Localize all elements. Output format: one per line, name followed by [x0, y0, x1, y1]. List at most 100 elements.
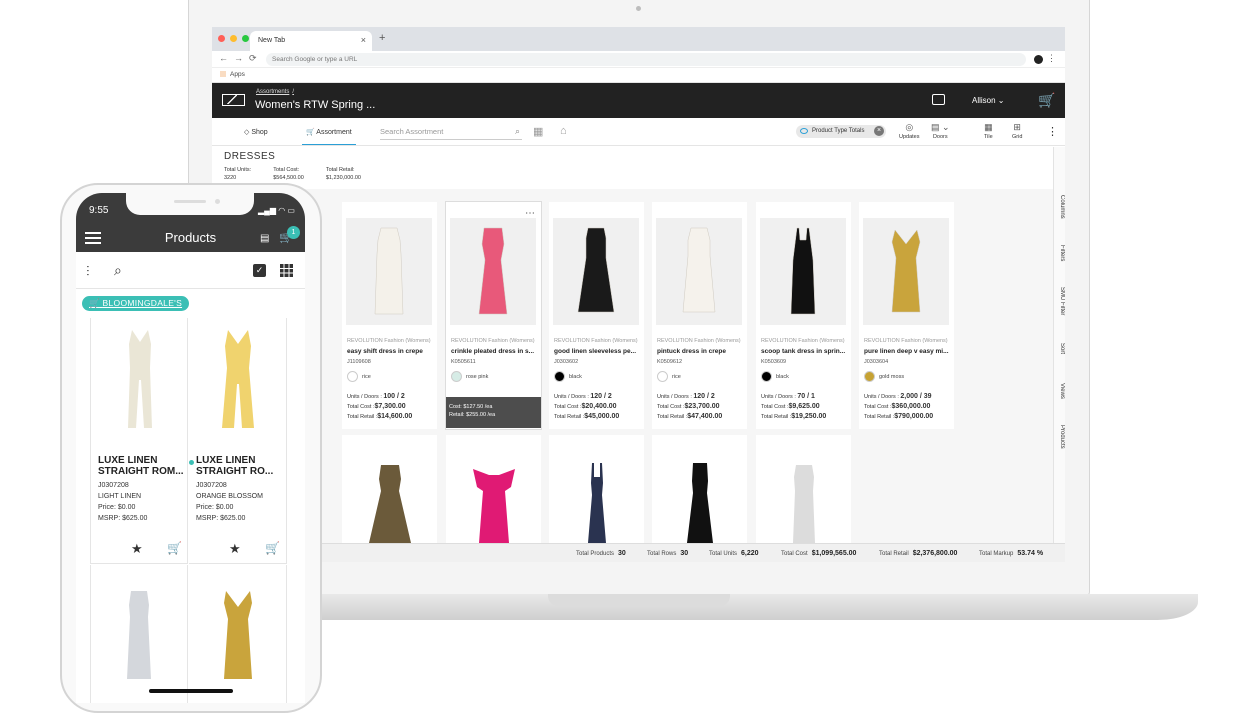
new-tab-button[interactable]: +	[379, 32, 385, 44]
tab-shop[interactable]: ◇ Shop	[244, 128, 268, 136]
color-swatch[interactable]	[347, 371, 358, 382]
sidebar-item-views[interactable]: Views	[1055, 383, 1065, 399]
more-options-icon[interactable]: ⋮	[1047, 125, 1058, 138]
sidebar-item-products[interactable]: Products	[1055, 425, 1065, 449]
total-cost: Total Cost: $564,500.00	[273, 167, 304, 181]
nav-buttons[interactable]: ←→⟳	[219, 53, 263, 64]
phone-product-card[interactable]	[90, 565, 188, 703]
product-brand: REVOLUTION Fashion (Womens)	[554, 338, 638, 344]
apps-grid-icon[interactable]	[220, 71, 226, 77]
product-image[interactable]	[656, 218, 742, 325]
product-card[interactable]: REVOLUTION Fashion (Womens) scoop tank d…	[756, 202, 851, 429]
minimize-window-button[interactable]	[230, 35, 237, 42]
product-name: crinkle pleated dress in s...	[451, 348, 535, 355]
grid-view-button[interactable]: ⊞ Grid	[1012, 122, 1022, 140]
sidebar-item-columns[interactable]: Columns	[1055, 195, 1065, 219]
product-image[interactable]	[346, 218, 432, 325]
select-checkbox-icon[interactable]: ✓	[253, 264, 266, 277]
product-card[interactable]	[652, 435, 747, 543]
footer-total-retail: Total Retail $2,376,800.00	[879, 550, 958, 557]
close-window-button[interactable]	[218, 35, 225, 42]
clear-filter-icon[interactable]: ×	[874, 126, 884, 136]
store-tag[interactable]: 🛒 BLOOMINGDALE'S	[82, 296, 190, 311]
calendar-icon[interactable]: ▦	[533, 125, 543, 138]
filter-sliders-icon[interactable]: ⫶	[86, 263, 90, 280]
apps-link[interactable]: Apps	[230, 71, 245, 78]
doors-button[interactable]: ▤ ⌄ Doors	[931, 122, 950, 140]
grid-icon: ⊞	[1013, 122, 1021, 132]
phone-product-card[interactable]: LUXE LINEN STRAIGHT ROM... J0307208 LIGH…	[90, 318, 188, 564]
updates-button[interactable]: ◎ Updates	[899, 122, 920, 140]
phone-page-title: Products	[164, 230, 217, 245]
favorite-star-icon[interactable]: ★	[229, 541, 241, 557]
product-name: scoop tank dress in sprin...	[761, 348, 846, 355]
product-image[interactable]	[101, 323, 179, 443]
breadcrumb[interactable]: Assortments /	[256, 89, 294, 95]
product-brand: REVOLUTION Fashion (Womens)	[347, 338, 431, 344]
app-logo[interactable]	[222, 94, 245, 106]
search-icon[interactable]: ⌕	[515, 126, 520, 137]
search-assortment-input[interactable]: Search Assortment ⌕	[380, 126, 522, 140]
phone-product-card[interactable]: LUXE LINEN STRAIGHT RO... J0307208 ORANG…	[189, 318, 287, 564]
product-card[interactable]: REVOLUTION Fashion (Womens) pure linen d…	[859, 202, 954, 429]
url-input[interactable]: Search Google or type a URL	[266, 53, 1026, 66]
eye-icon	[800, 128, 808, 134]
add-to-cart-icon-active[interactable]: 🛒	[265, 541, 280, 555]
profile-avatar[interactable]	[1034, 55, 1043, 64]
browser-tab[interactable]: New Tab ×	[250, 31, 372, 51]
favorite-star-icon[interactable]: ★	[131, 541, 143, 557]
color-swatch[interactable]	[864, 371, 875, 382]
product-card-hovered[interactable]: ⋯ REVOLUTION Fashion (Womens) crinkle pl…	[446, 202, 541, 429]
chat-icon[interactable]	[932, 94, 945, 105]
add-to-cart-icon[interactable]: 🛒	[167, 541, 182, 555]
phone-product-card[interactable]	[189, 565, 287, 703]
tab-assortment[interactable]: 🛒 Assortment	[302, 128, 356, 145]
status-time: 9:55	[89, 205, 109, 216]
product-card[interactable]	[549, 435, 644, 543]
product-image[interactable]	[863, 218, 949, 325]
color-swatch[interactable]	[451, 371, 462, 382]
close-tab-icon[interactable]: ×	[361, 35, 366, 45]
color-swatch[interactable]	[554, 371, 565, 382]
sidebar-item-filters[interactable]: Filters	[1055, 245, 1065, 261]
store-icon[interactable]: ⌂	[560, 125, 567, 137]
user-menu[interactable]: Allison ⌄	[972, 96, 1005, 105]
search-icon[interactable]: ⌕	[114, 262, 122, 279]
tile-view-button[interactable]: ▦ Tile	[984, 122, 993, 140]
product-card[interactable]	[756, 435, 851, 543]
color-swatch[interactable]	[657, 371, 668, 382]
color-name: rice	[672, 374, 681, 380]
product-stats: Units / Doors : 120 / 2 Total Cost :$20,…	[554, 393, 620, 420]
footer-total-cost: Total Cost $1,099,565.00	[781, 550, 857, 557]
product-card[interactable]: REVOLUTION Fashion (Womens) easy shift d…	[342, 202, 437, 429]
product-sku: J0303602	[554, 359, 579, 365]
product-sku: K0503609	[761, 359, 787, 365]
grid-view-icon[interactable]	[280, 264, 293, 277]
dress-image	[587, 463, 606, 543]
product-card[interactable]	[342, 435, 437, 543]
product-image[interactable]	[760, 218, 846, 325]
sidebar-item-smu-filter[interactable]: SMU Filter	[1055, 287, 1065, 315]
product-name: LUXE LINEN STRAIGHT ROM...	[98, 455, 184, 477]
product-type-totals-toggle[interactable]: Product Type Totals ×	[796, 125, 886, 138]
sidebar-item-sort[interactable]: Sort	[1055, 343, 1065, 354]
product-card[interactable]	[446, 435, 541, 543]
cart-icon[interactable]: 🛒	[1038, 92, 1055, 109]
maximize-window-button[interactable]	[242, 35, 249, 42]
list-icon[interactable]: ▤	[260, 233, 269, 244]
footer-total-rows: Total Rows 30	[647, 550, 689, 557]
product-stats: Units / Doors : 100 / 2 Total Cost :$7,3…	[347, 393, 413, 420]
browser-menu-icon[interactable]: ⋮	[1047, 53, 1056, 64]
section-header: DRESSES Total Units: 3220 Total Cost: $564…	[212, 146, 1065, 185]
product-sku: K0505611	[451, 359, 476, 365]
product-sku: J1109608	[347, 359, 371, 365]
dress-image	[127, 591, 151, 679]
product-image[interactable]	[553, 218, 639, 325]
totals-footer: Total Products 30 Total Rows 30 Total Unit…	[212, 543, 1065, 562]
product-card[interactable]: REVOLUTION Fashion (Womens) pintuck dres…	[652, 202, 747, 429]
product-card[interactable]: REVOLUTION Fashion (Womens) good linen s…	[549, 202, 644, 429]
product-image[interactable]	[199, 323, 277, 443]
product-image[interactable]	[450, 218, 536, 325]
product-name: LUXE LINEN STRAIGHT RO...	[196, 455, 274, 477]
color-swatch[interactable]	[761, 371, 772, 382]
